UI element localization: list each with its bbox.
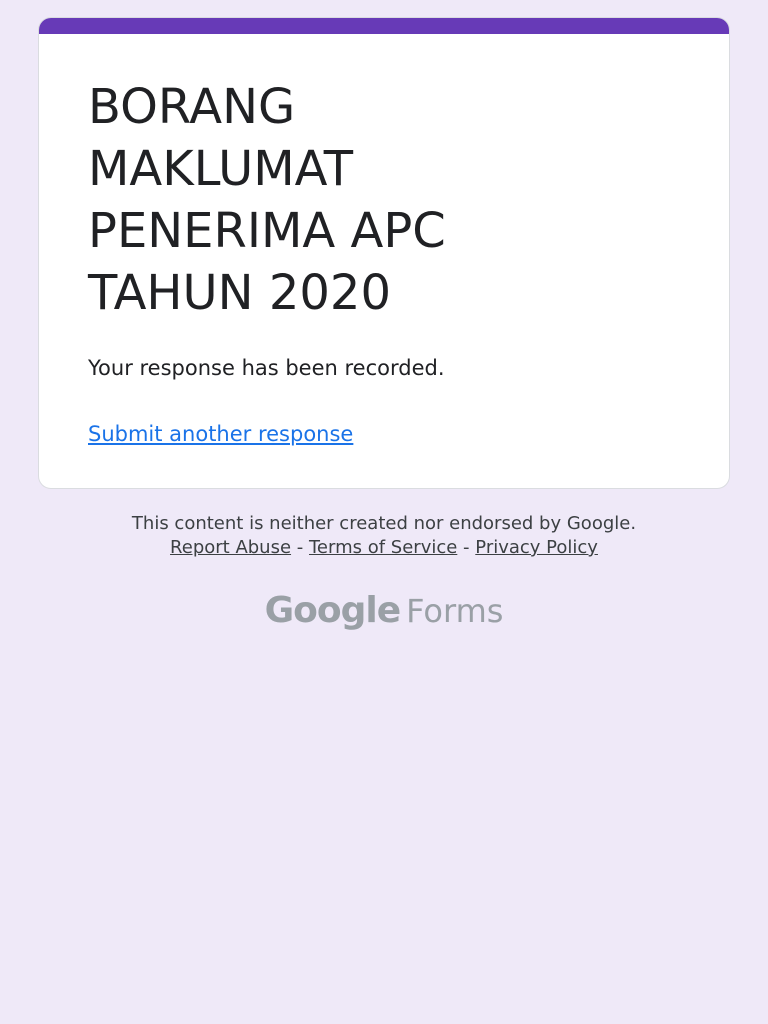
footer-disclaimer: This content is neither created nor endo…: [131, 513, 637, 534]
forms-wordmark: Forms: [406, 592, 504, 630]
report-abuse-link[interactable]: Report Abuse: [170, 537, 291, 558]
google-wordmark: Google: [264, 590, 402, 631]
form-title: BORANG MAKLUMAT PENERIMA APC TAHUN 2020: [88, 79, 446, 321]
card-body: BORANG MAKLUMAT PENERIMA APC TAHUN 2020 …: [88, 76, 689, 446]
card-accent-bar: [39, 18, 729, 34]
footer-separator: -: [457, 537, 476, 558]
footer-links: Report Abuse - Terms of Service - Privac…: [0, 536, 768, 560]
terms-of-service-link[interactable]: Terms of Service: [309, 537, 457, 558]
footer: This content is neither created nor endo…: [0, 512, 768, 560]
form-card: BORANG MAKLUMAT PENERIMA APC TAHUN 2020 …: [39, 18, 729, 488]
privacy-policy-link[interactable]: Privacy Policy: [475, 537, 598, 558]
footer-separator: -: [291, 537, 309, 558]
submit-another-response-link[interactable]: Submit another response: [88, 422, 353, 446]
confirmation-message: Your response has been recorded.: [88, 356, 445, 380]
google-forms-logo[interactable]: Google Forms: [0, 590, 768, 631]
